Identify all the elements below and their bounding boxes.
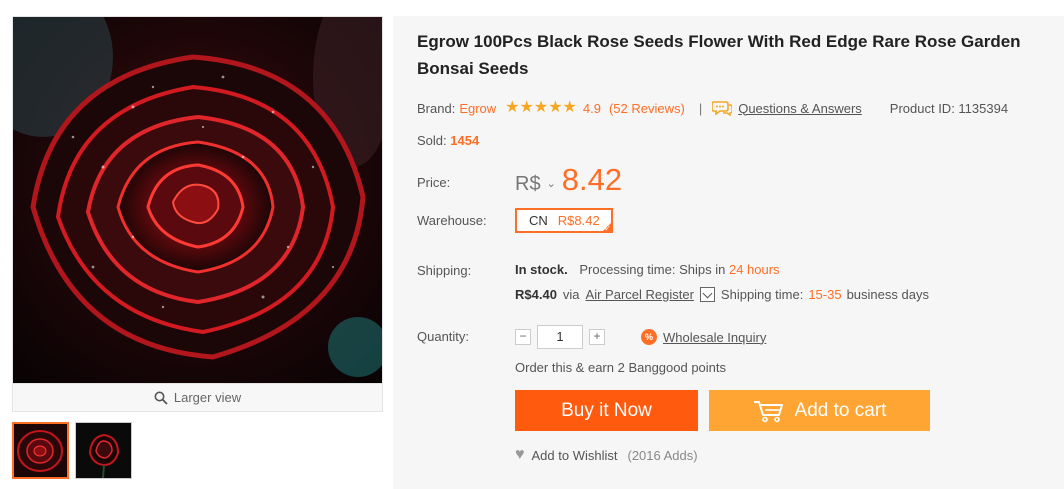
quantity-stepper: − 1 + <box>515 325 605 349</box>
discount-percent-icon: % <box>641 329 657 345</box>
rose-thumbnail-image <box>14 424 67 477</box>
wholesale-inquiry-link[interactable]: Wholesale Inquiry <box>663 330 766 345</box>
shipping-cost: R$4.40 <box>515 287 557 302</box>
warehouse-option-cn[interactable]: CN R$8.42 ✓ <box>515 208 613 233</box>
checkmark-icon: ✓ <box>604 224 611 233</box>
add-to-cart-label: Add to cart <box>794 399 887 421</box>
price-row: R$ ⌄ 8.42 <box>515 162 622 198</box>
star-icon: ★ <box>505 99 520 116</box>
buy-now-button[interactable]: Buy it Now <box>515 390 698 431</box>
product-main-image[interactable] <box>12 16 383 384</box>
product-id: Product ID: 1135394 <box>889 100 1009 116</box>
rating-value: 4.9 <box>582 100 601 116</box>
thumbnail-1[interactable] <box>12 422 69 479</box>
via-text: via <box>562 287 580 302</box>
processing-time-value: 24 hours <box>728 262 780 277</box>
price-label: Price: <box>417 175 451 190</box>
brand-link[interactable]: Egrow <box>459 101 496 116</box>
larger-view-button[interactable]: Larger view <box>12 384 383 412</box>
product-gallery: Larger view <box>12 16 383 479</box>
heart-icon[interactable]: ♥ <box>515 446 525 464</box>
meta-separator: | <box>698 100 703 116</box>
shipping-method-dropdown-icon[interactable] <box>699 287 715 302</box>
sold-count: Sold: 1454 <box>417 133 479 148</box>
product-title: Egrow 100Pcs Black Rose Seeds Flower Wit… <box>417 32 1021 78</box>
star-icon: ★ <box>562 99 577 116</box>
shipping-label: Shipping: <box>417 263 472 278</box>
shopping-cart-icon <box>753 400 783 422</box>
warehouse-label: Warehouse: <box>417 213 487 228</box>
quantity-input[interactable]: 1 <box>537 325 583 349</box>
add-to-cart-button[interactable]: Add to cart <box>709 390 930 431</box>
star-icon: ★ <box>533 99 549 116</box>
questions-answers-link[interactable]: Questions & Answers <box>738 101 862 116</box>
brand-label: Brand: <box>417 100 456 116</box>
banggood-points-text: Order this & earn 2 Banggood points <box>515 360 727 375</box>
thumbnail-2[interactable] <box>75 422 132 479</box>
shipping-time-label: Shipping time: <box>720 287 804 302</box>
shipping-time-unit: business days <box>846 287 929 302</box>
sold-label: Sold: <box>417 133 447 148</box>
shipping-method-row: R$4.40 via Air Parcel Register Shipping … <box>515 287 929 302</box>
black-rose-photo <box>13 17 382 383</box>
larger-view-label: Larger view <box>173 390 242 405</box>
stock-status: In stock. <box>515 262 568 277</box>
quantity-label: Quantity: <box>417 329 470 344</box>
product-meta-row: Brand: Egrow ★ ★ ★ ★ ★ 4.9 (52 Reviews) … <box>417 100 1057 116</box>
currency-caret-icon[interactable]: ⌄ <box>547 177 556 190</box>
wholesale-inquiry[interactable]: % Wholesale Inquiry <box>641 329 766 345</box>
stock-processing-row: In stock. Processing time: Ships in 24 h… <box>515 262 780 277</box>
wishlist-row: ♥ Add to Wishlist (2016 Adds) <box>515 446 698 464</box>
ships-in-text: Ships in <box>679 262 726 277</box>
warehouse-code: CN <box>529 213 548 228</box>
sold-value: 1454 <box>450 133 480 148</box>
star-icon: ★ <box>519 99 534 116</box>
shipping-method-link[interactable]: Air Parcel Register <box>586 287 694 302</box>
processing-time-label: Processing time: <box>579 262 676 277</box>
rose-thumbnail-image <box>76 423 131 478</box>
rating-stars: ★ ★ ★ ★ ★ <box>505 99 577 116</box>
warehouse-price: R$8.42 <box>557 213 600 228</box>
chat-bubble-icon <box>712 101 733 116</box>
star-icon: ★ <box>548 99 563 116</box>
quantity-decrease-button[interactable]: − <box>515 329 531 345</box>
price-value: 8.42 <box>561 162 623 197</box>
add-to-wishlist-link[interactable]: Add to Wishlist <box>532 448 618 463</box>
reviews-link[interactable]: (52 Reviews) <box>609 101 685 116</box>
quantity-increase-button[interactable]: + <box>589 329 605 345</box>
magnifier-icon <box>154 391 168 405</box>
shipping-time-value: 15-35 <box>808 287 842 302</box>
wishlist-adds-count: (2016 Adds) <box>627 447 698 463</box>
product-info-panel: Egrow 100Pcs Black Rose Seeds Flower Wit… <box>393 16 1064 489</box>
currency-selector[interactable]: R$ <box>515 173 541 196</box>
thumbnail-strip <box>12 422 383 479</box>
